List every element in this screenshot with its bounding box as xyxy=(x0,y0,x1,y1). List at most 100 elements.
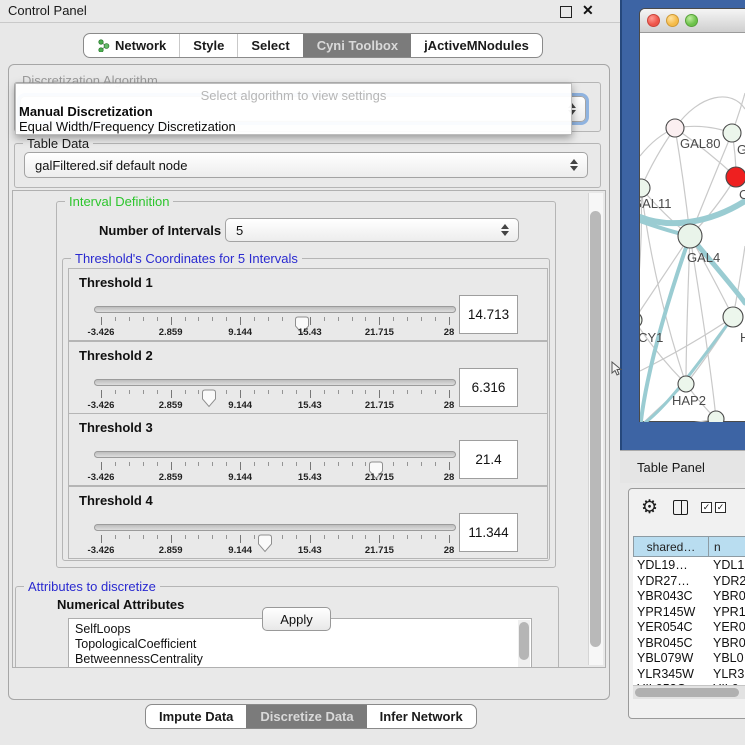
tab-select[interactable]: Select xyxy=(237,34,302,57)
checkbox-checked-icon[interactable]: ✓ xyxy=(715,502,726,513)
control-panel-title: Control Panel xyxy=(8,3,87,18)
network-node[interactable] xyxy=(666,119,684,137)
table-row[interactable]: YDR27…YDR2 xyxy=(633,573,745,589)
network-node[interactable] xyxy=(640,179,650,197)
scale-label: 9.144 xyxy=(228,545,252,556)
tick-mark xyxy=(338,462,339,466)
threshold-label: Threshold 3 xyxy=(79,420,153,435)
algorithm-option[interactable]: Manual Discretization xyxy=(19,104,153,119)
numerical-attributes-label: Numerical Attributes xyxy=(57,597,184,612)
close-icon[interactable]: ✕ xyxy=(582,2,594,19)
tick-mark xyxy=(101,535,102,543)
table-row[interactable]: YBR045CYBR0 xyxy=(633,635,745,651)
tick-mark xyxy=(435,462,436,466)
tick-mark xyxy=(421,390,422,394)
apply-button[interactable]: Apply xyxy=(262,607,331,631)
threshold-value-field[interactable]: 14.713 xyxy=(459,295,518,334)
network-node[interactable] xyxy=(723,307,743,327)
tick-mark xyxy=(240,317,241,325)
network-window-titlebar[interactable] xyxy=(640,9,745,33)
tab-impute-data[interactable]: Impute Data xyxy=(146,705,246,728)
table-cell-shared-name: YDL19… xyxy=(637,558,688,572)
tick-mark xyxy=(379,317,380,325)
tick-mark xyxy=(101,317,102,325)
slider-scale-labels: -3.4262.8599.14415.4321.71528 xyxy=(101,545,449,556)
network-node-label: H xyxy=(740,330,745,345)
number-of-intervals-value: 5 xyxy=(236,223,243,238)
tick-mark xyxy=(352,462,353,466)
checkbox-checked-icon[interactable]: ✓ xyxy=(701,502,712,513)
minimize-traffic-light[interactable] xyxy=(666,14,679,27)
tick-mark xyxy=(171,317,172,325)
tick-mark xyxy=(310,535,311,543)
scale-label: 21.715 xyxy=(365,472,394,483)
tick-mark xyxy=(352,317,353,321)
columns-icon[interactable] xyxy=(673,500,688,515)
tick-mark xyxy=(435,390,436,394)
tick-mark xyxy=(129,317,130,321)
scale-label: 28 xyxy=(444,327,455,338)
network-node[interactable] xyxy=(678,376,694,392)
tick-mark xyxy=(115,317,116,321)
tab-infer-network[interactable]: Infer Network xyxy=(367,705,476,728)
tick-mark xyxy=(407,535,408,539)
table-row[interactable]: YPR145WYPR1 xyxy=(633,604,745,620)
tab-style[interactable]: Style xyxy=(179,34,237,57)
tick-mark xyxy=(226,535,227,539)
scale-label: 9.144 xyxy=(228,472,252,483)
table-data-combobox[interactable]: galFiltered.sif default node xyxy=(24,152,588,178)
table-row[interactable]: YLR345WYLR3 xyxy=(633,666,745,682)
threshold-slider[interactable]: -3.4262.8599.14415.4321.71528 xyxy=(94,446,456,484)
tick-mark xyxy=(171,462,172,470)
attribute-list-item[interactable]: TopologicalCoefficient xyxy=(69,637,531,652)
scale-label: 15.43 xyxy=(298,472,322,483)
tick-mark xyxy=(449,390,450,398)
slider-track[interactable] xyxy=(94,524,456,531)
table-panel: ⚙ ✓ ✓ shared… n YDL19…YDL1YDR27…YDR2YBR0… xyxy=(628,488,745,719)
settings-scrollbar-thumb[interactable] xyxy=(590,211,601,647)
table-row[interactable]: YBL079WYBL0 xyxy=(633,650,745,666)
table-hscrollbar[interactable] xyxy=(633,685,745,699)
table-row[interactable]: YER054CYER0 xyxy=(633,619,745,635)
threshold-panel: Threshold 4-3.4262.8599.14415.4321.71528… xyxy=(68,486,548,559)
threshold-value-field[interactable]: 21.4 xyxy=(459,440,518,479)
scale-label: 2.859 xyxy=(159,327,183,338)
table-cell-name: YBR0 xyxy=(713,636,745,650)
threshold-value-field[interactable]: 6.316 xyxy=(459,368,518,407)
threshold-slider[interactable]: -3.4262.8599.14415.4321.71528 xyxy=(94,519,456,557)
tick-mark xyxy=(435,535,436,539)
slider-track[interactable] xyxy=(94,306,456,313)
gear-icon[interactable]: ⚙ xyxy=(641,498,658,517)
table-header-name[interactable]: n xyxy=(708,536,745,557)
list-scrollbar[interactable] xyxy=(518,620,530,668)
number-of-intervals-combobox[interactable]: 5 xyxy=(225,218,519,242)
network-node[interactable] xyxy=(723,124,741,142)
slider-track[interactable] xyxy=(94,451,456,458)
table-row[interactable]: YBR043CYBR0 xyxy=(633,588,745,604)
threshold-value-field[interactable]: 11.344 xyxy=(459,513,518,552)
algorithm-option[interactable]: Equal Width/Frequency Discretization xyxy=(19,119,236,134)
network-node[interactable] xyxy=(726,167,745,187)
tab-discretize-data[interactable]: Discretize Data xyxy=(246,705,366,728)
slider-track[interactable] xyxy=(94,379,456,386)
slider-scale-labels: -3.4262.8599.14415.4321.71528 xyxy=(101,472,449,483)
network-canvas[interactable]: GAL80GCGAL11GAL4GCY1HHAP2 xyxy=(640,31,745,422)
table-cell-shared-name: YPR145W xyxy=(637,605,695,619)
float-window-icon[interactable] xyxy=(560,6,572,18)
table-row[interactable]: YDL19…YDL1 xyxy=(633,557,745,573)
threshold-slider[interactable]: -3.4262.8599.14415.4321.71528 xyxy=(94,374,456,412)
table-cell-shared-name: YLR345W xyxy=(637,667,694,681)
settings-scrollbar[interactable] xyxy=(588,193,603,665)
attribute-list-item[interactable]: BetweennessCentrality xyxy=(69,652,531,667)
tab-cyni-toolbox[interactable]: Cyni Toolbox xyxy=(303,34,411,57)
network-node[interactable] xyxy=(678,224,702,248)
close-traffic-light[interactable] xyxy=(647,14,660,27)
threshold-slider[interactable]: -3.4262.8599.14415.4321.71528 xyxy=(94,301,456,339)
network-node[interactable] xyxy=(640,312,642,328)
tab-network[interactable]: Network xyxy=(84,34,179,57)
table-header-shared-name[interactable]: shared… xyxy=(633,536,709,557)
tab-jactivemnodules[interactable]: jActiveMNodules xyxy=(411,34,542,57)
zoom-traffic-light[interactable] xyxy=(685,14,698,27)
tick-mark xyxy=(254,535,255,539)
network-node[interactable] xyxy=(708,411,724,422)
